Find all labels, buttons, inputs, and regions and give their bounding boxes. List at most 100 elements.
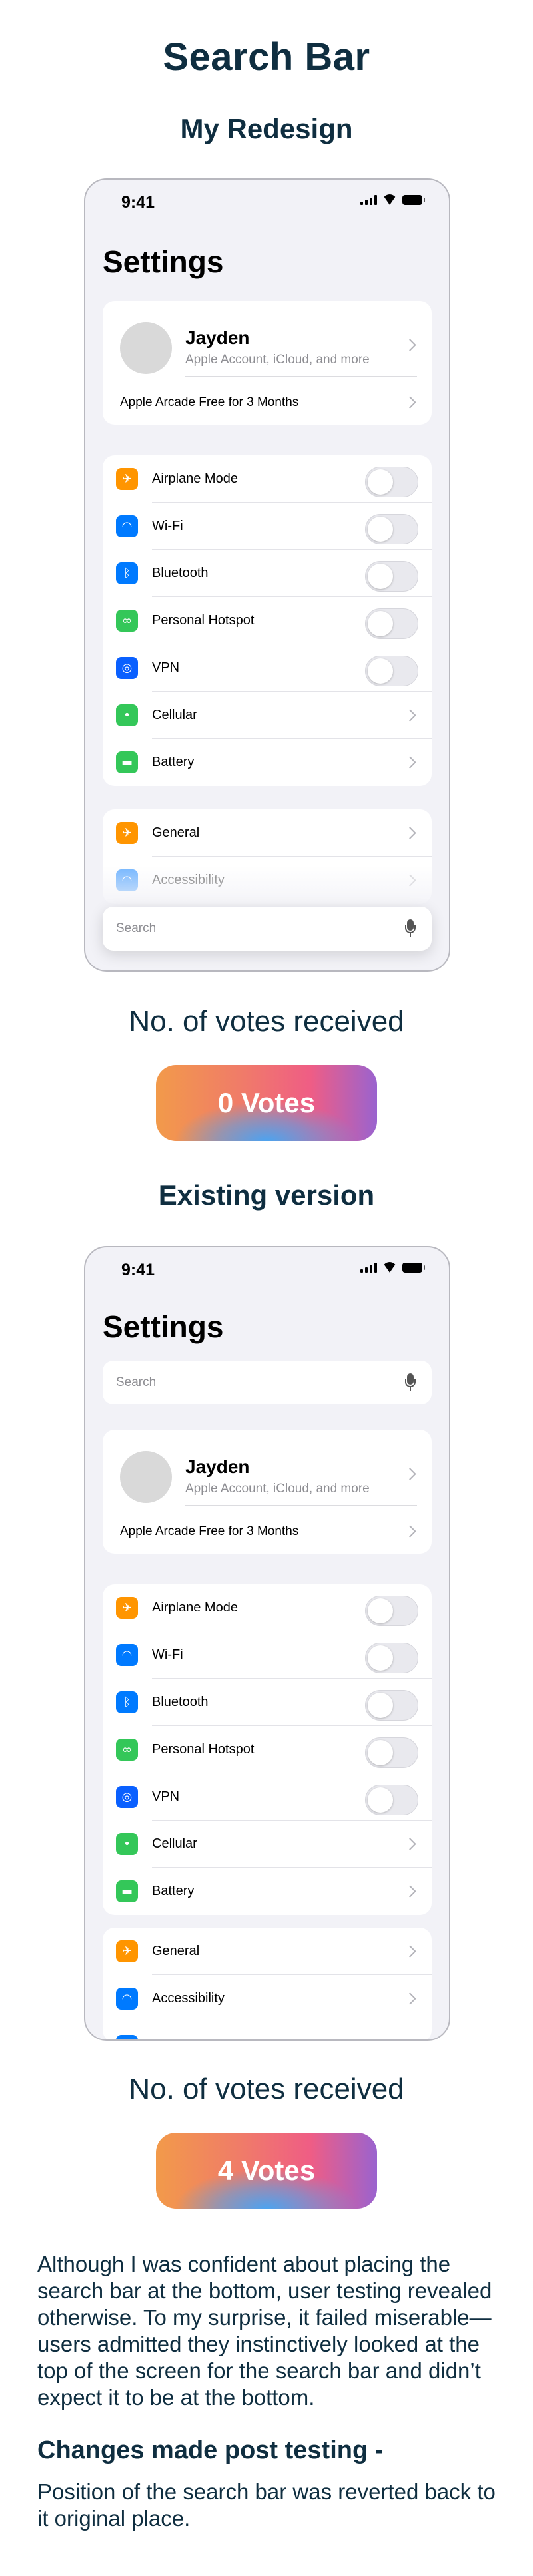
toggle-switch[interactable] — [365, 1737, 418, 1768]
chevron-right-icon — [404, 1525, 416, 1538]
toggle-knob — [368, 1740, 393, 1765]
redesign-votes-heading: No. of votes received — [129, 1005, 404, 1038]
search-input[interactable]: Search — [103, 907, 432, 951]
account-card[interactable]: Jayden Apple Account, iCloud, and more A… — [103, 1430, 432, 1554]
wifi-icon: ◠ — [116, 515, 138, 537]
avatar — [120, 322, 172, 374]
settings-row-general[interactable]: ✈ General — [103, 1928, 432, 1975]
search-input[interactable]: Search — [103, 1361, 432, 1404]
settings-row-bluetooth[interactable]: ᛒ Bluetooth — [103, 1679, 432, 1726]
account-name: Jayden — [185, 1456, 250, 1477]
wifi-status-icon — [382, 1262, 397, 1273]
accessibility-icon: ◠ — [116, 1988, 138, 2010]
settings-row-label: General — [152, 825, 200, 840]
settings-row-battery[interactable]: ▬ Battery — [103, 739, 432, 786]
bluetooth-icon: ᛒ — [116, 1691, 138, 1713]
arcade-offer-row[interactable]: Apple Arcade Free for 3 Months — [103, 1510, 432, 1554]
toggle-switch[interactable] — [365, 514, 418, 544]
hotspot-icon: ∞ — [116, 610, 138, 632]
general-group: ✈ General ◠ Accessibility — [103, 1928, 432, 2039]
status-time: 9:41 — [121, 1261, 155, 1279]
account-subtitle: Apple Account, iCloud, and more — [185, 353, 370, 367]
chevron-right-icon — [404, 1992, 416, 2005]
settings-row-label: Battery — [152, 1884, 195, 1898]
settings-row-battery[interactable]: ▬ Battery — [103, 1868, 432, 1915]
toggle-knob — [368, 1598, 393, 1623]
changes-paragraph: Position of the search bar was reverted … — [37, 2479, 496, 2531]
settings-row-label: Wi-Fi — [152, 1647, 183, 1662]
settings-row-label: Cellular — [152, 1836, 197, 1851]
connectivity-group: ✈ Airplane Mode ◠ Wi-Fi ᛒ Bluetooth ∞ Personal … — [103, 1584, 432, 1915]
microphone-icon[interactable] — [405, 919, 416, 938]
vpn-globe-icon: ◎ — [116, 1786, 138, 1808]
settings-row-label: Accessibility — [152, 1991, 225, 2006]
chevron-right-icon — [404, 756, 416, 769]
microphone-icon[interactable] — [405, 1373, 416, 1392]
divider — [185, 376, 417, 377]
settings-row-personal-hotspot[interactable]: ∞ Personal Hotspot — [103, 597, 432, 644]
scroll-fade — [85, 865, 449, 905]
settings-row-cut-off — [103, 2022, 432, 2039]
settings-row-label: Personal Hotspot — [152, 613, 255, 628]
settings-row-label: Wi-Fi — [152, 519, 183, 533]
changes-title: Changes made post testing - — [37, 2436, 384, 2464]
toggle-switch[interactable] — [365, 1785, 418, 1815]
settings-row-wi-fi[interactable]: ◠ Wi-Fi — [103, 1631, 432, 1679]
toggle-switch[interactable] — [365, 1643, 418, 1673]
chevron-right-icon — [404, 1945, 416, 1958]
settings-row-label: Airplane Mode — [152, 1600, 238, 1615]
existing-votes-heading: No. of votes received — [129, 2073, 404, 2105]
settings-row-label: VPN — [152, 660, 180, 675]
divider — [185, 1505, 417, 1506]
status-bar: 9:41 — [121, 1261, 425, 1281]
gear-icon: ✈ — [116, 1940, 138, 1962]
settings-row-general[interactable]: ✈ General — [103, 809, 432, 857]
chevron-right-icon — [404, 1885, 416, 1898]
settings-row-airplane-mode[interactable]: ✈ Airplane Mode — [103, 1584, 432, 1631]
page-title: Search Bar — [163, 35, 370, 79]
redesign-phone-mockup: 9:41 Settings Jayden Apple Account, iClo… — [84, 178, 450, 972]
settings-row-vpn[interactable]: ◎ VPN — [103, 644, 432, 692]
bluetooth-icon: ᛒ — [116, 562, 138, 584]
toggle-switch[interactable] — [365, 656, 418, 686]
account-row[interactable]: Jayden Apple Account, iCloud, and more — [103, 301, 432, 381]
settings-row-label: Cellular — [152, 708, 197, 722]
arcade-offer-row[interactable]: Apple Arcade Free for 3 Months — [103, 381, 432, 425]
chevron-right-icon — [404, 709, 416, 722]
settings-row-cellular[interactable]: • Cellular — [103, 692, 432, 739]
settings-row-wi-fi[interactable]: ◠ Wi-Fi — [103, 503, 432, 550]
toggle-switch[interactable] — [365, 1690, 418, 1721]
settings-row-personal-hotspot[interactable]: ∞ Personal Hotspot — [103, 1726, 432, 1773]
chevron-right-icon — [404, 1468, 416, 1480]
settings-title: Settings — [103, 1309, 224, 1344]
wifi-icon: ◠ — [116, 1644, 138, 1666]
avatar — [120, 1451, 172, 1503]
settings-row-bluetooth[interactable]: ᛒ Bluetooth — [103, 550, 432, 597]
toggle-knob — [368, 1787, 393, 1813]
settings-icon — [116, 2035, 138, 2039]
toggle-switch[interactable] — [365, 561, 418, 592]
settings-row-cellular[interactable]: • Cellular — [103, 1821, 432, 1868]
arcade-offer-label: Apple Arcade Free for 3 Months — [120, 1524, 299, 1538]
toggle-knob — [368, 564, 393, 589]
chevron-right-icon — [404, 339, 416, 351]
settings-row-label: VPN — [152, 1789, 180, 1804]
account-card[interactable]: Jayden Apple Account, iCloud, and more A… — [103, 301, 432, 425]
wifi-status-icon — [382, 194, 397, 205]
chevron-right-icon — [404, 396, 416, 409]
toggle-switch[interactable] — [365, 608, 418, 639]
settings-title: Settings — [103, 244, 224, 279]
search-placeholder: Search — [116, 921, 157, 935]
toggle-switch[interactable] — [365, 467, 418, 497]
settings-row-label: Airplane Mode — [152, 471, 238, 486]
account-row[interactable]: Jayden Apple Account, iCloud, and more — [103, 1430, 432, 1510]
toggle-switch[interactable] — [365, 1596, 418, 1626]
battery-icon: ▬ — [116, 1880, 138, 1902]
redesign-title: My Redesign — [180, 113, 353, 144]
settings-row-vpn[interactable]: ◎ VPN — [103, 1773, 432, 1821]
settings-row-accessibility[interactable]: ◠ Accessibility — [103, 1975, 432, 2022]
chevron-right-icon — [404, 827, 416, 839]
battery-status-icon — [402, 1262, 425, 1273]
settings-row-label: Personal Hotspot — [152, 1742, 255, 1757]
settings-row-airplane-mode[interactable]: ✈ Airplane Mode — [103, 455, 432, 503]
